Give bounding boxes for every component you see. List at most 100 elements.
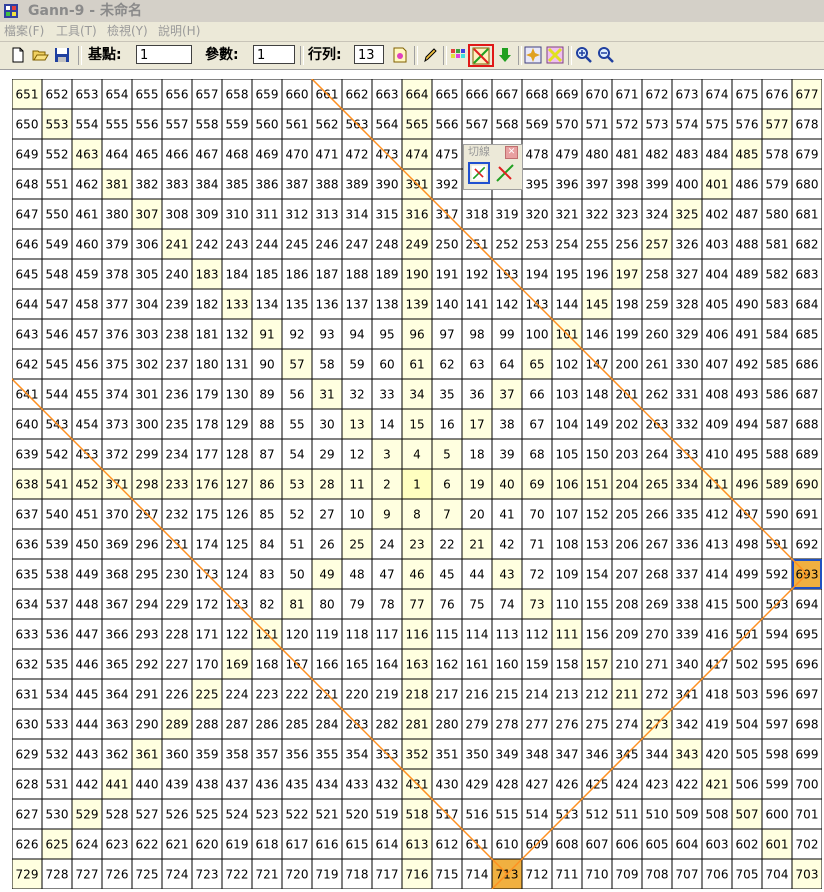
grid-cell-value: 323 — [616, 208, 639, 222]
grid-cell-value: 224 — [226, 688, 249, 702]
grid-cell-value: 285 — [286, 718, 309, 732]
grid-cell-value: 414 — [706, 568, 729, 582]
grid-cell-value: 532 — [46, 748, 69, 762]
menu-tools[interactable]: 工具(T) — [56, 24, 97, 39]
grid-cell-value: 377 — [106, 298, 129, 312]
grid-cell-value: 355 — [316, 748, 339, 762]
grid-cell-value: 627 — [16, 808, 39, 822]
zoom-in-icon[interactable] — [575, 46, 593, 64]
grid-cell-value: 695 — [796, 628, 819, 642]
grid-cell-value: 291 — [136, 688, 159, 702]
grid-cell-value: 108 — [556, 538, 579, 552]
grid-cell-value: 416 — [706, 628, 729, 642]
grid-cell-value: 215 — [496, 688, 519, 702]
cut-line-a-icon[interactable] — [468, 162, 490, 184]
grid-cell-value: 567 — [466, 118, 489, 132]
grid-cell-value: 258 — [646, 268, 669, 282]
menu-file[interactable]: 檔案(F) — [4, 24, 44, 39]
grid-cell-value: 140 — [436, 298, 459, 312]
base-input[interactable]: 1 — [136, 45, 192, 64]
grid-cell-value: 683 — [796, 268, 819, 282]
grid-cell-value: 710 — [586, 868, 609, 882]
calc-icon[interactable] — [391, 46, 409, 64]
grid-cell-value: 429 — [466, 778, 489, 792]
rows-label: 行列: — [308, 47, 342, 63]
grid-cell-value: 124 — [226, 568, 249, 582]
grid-cell-value: 389 — [346, 178, 369, 192]
grid-cell-value: 79 — [349, 598, 364, 612]
grid-cell-value: 624 — [76, 838, 99, 852]
grid-cell-value: 406 — [706, 328, 729, 342]
grid-cell-value: 718 — [346, 868, 369, 882]
menu-help[interactable]: 說明(H) — [158, 24, 200, 39]
clear-icon[interactable] — [546, 46, 564, 64]
grid-cell-value: 20 — [469, 508, 484, 522]
pencil-icon[interactable] — [421, 46, 439, 64]
grid-cell-value: 25 — [349, 538, 364, 552]
gann-grid-svg[interactable]: 6516526536546556566576586596606616626636… — [12, 79, 822, 889]
cut-panel-title: 切線 — [468, 145, 490, 158]
grid-cell-value: 265 — [646, 478, 669, 492]
grid-cell-value: 616 — [316, 838, 339, 852]
grid-cell-value: 399 — [646, 178, 669, 192]
grid-cell-value: 58 — [319, 358, 334, 372]
zoom-out-icon[interactable] — [597, 46, 615, 64]
grid-cell-value: 432 — [376, 778, 399, 792]
grid-cell-value: 19 — [469, 478, 484, 492]
grid-cell-value: 426 — [556, 778, 579, 792]
grid-cell-value: 495 — [736, 448, 759, 462]
grid-cell-value: 378 — [106, 268, 129, 282]
grid-cell-value: 670 — [586, 88, 609, 102]
rows-input[interactable]: 13 — [354, 45, 384, 64]
grid-cell-value: 491 — [736, 328, 759, 342]
grid-cell-value: 629 — [16, 748, 39, 762]
grid-cell-value: 511 — [616, 808, 639, 822]
grid-cell-value: 415 — [706, 598, 729, 612]
param-input[interactable]: 1 — [253, 45, 295, 64]
grid-cell-value: 29 — [319, 448, 334, 462]
grid-cell-value: 531 — [46, 778, 69, 792]
grid-cell-value: 81 — [289, 598, 304, 612]
cut-line-button-highlight[interactable] — [468, 44, 494, 67]
grid-cell-value: 644 — [16, 298, 39, 312]
grid-cell-value: 536 — [46, 628, 69, 642]
grid-cell-value: 38 — [499, 418, 514, 432]
grid-cell-value: 537 — [46, 598, 69, 612]
arrow-down-icon[interactable] — [496, 46, 514, 64]
grid-cell-value: 27 — [319, 508, 334, 522]
grid-cell-value: 364 — [106, 688, 129, 702]
grid-cell-value: 573 — [646, 118, 669, 132]
grid-cell-value: 640 — [16, 418, 39, 432]
grid-color-icon[interactable] — [449, 46, 467, 64]
grid-cell-value: 724 — [166, 868, 189, 882]
grid-cell-value: 506 — [736, 778, 759, 792]
grid-cell-value: 287 — [226, 718, 249, 732]
grid-cell-value: 435 — [286, 778, 309, 792]
grid-cell-value: 150 — [586, 448, 609, 462]
grid-cell-value: 62 — [439, 358, 454, 372]
grid-cell-value: 328 — [676, 298, 699, 312]
grid-cell-value: 152 — [586, 508, 609, 522]
grid-cell-value: 654 — [106, 88, 129, 102]
menu-view[interactable]: 檢視(Y) — [107, 24, 148, 39]
cut-panel-close-button[interactable]: ✕ — [505, 146, 518, 159]
new-file-icon[interactable] — [9, 46, 27, 64]
menu-bar: 檔案(F) 工具(T) 檢視(Y) 說明(H) — [0, 22, 824, 42]
grid-cell-value: 316 — [406, 208, 429, 222]
grid-cell-value: 146 — [586, 328, 609, 342]
gann-square-grid[interactable]: 6516526536546556566576586596606616626636… — [12, 79, 822, 889]
grid-cell-value: 163 — [406, 658, 429, 672]
grid-cell-value: 226 — [166, 688, 189, 702]
grid-cell-value: 63 — [469, 358, 484, 372]
save-icon[interactable] — [53, 46, 71, 64]
grid-cell-value: 164 — [376, 658, 399, 672]
grid-cell-value: 423 — [646, 778, 669, 792]
grid-cell-value: 515 — [496, 808, 519, 822]
grid-star-icon[interactable] — [524, 46, 542, 64]
grid-cell-value: 450 — [76, 538, 99, 552]
grid-cell-value: 617 — [286, 838, 309, 852]
app-icon — [4, 4, 18, 18]
cut-line-b-icon[interactable] — [494, 162, 516, 184]
grid-cell-value: 460 — [76, 238, 99, 252]
open-folder-icon[interactable] — [31, 46, 49, 64]
